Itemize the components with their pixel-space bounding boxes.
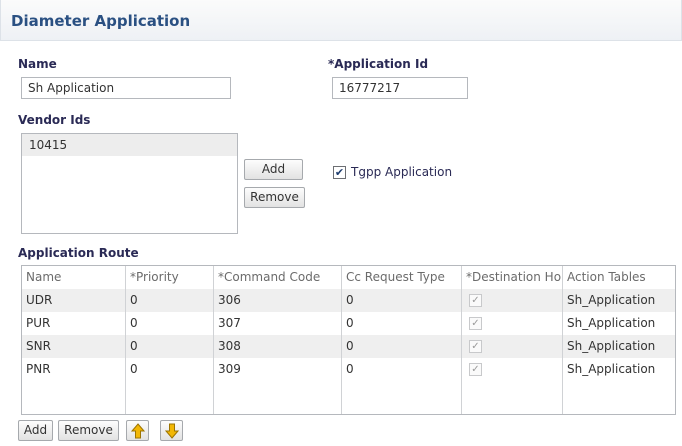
cell-name: PUR [26,316,51,330]
column-divider [341,266,342,414]
cell-cc-request-type: 0 [346,293,354,307]
table-row[interactable]: UDR 0 306 0 ✓ Sh_Application [22,289,675,312]
column-header-destination-host[interactable]: *Destination Ho [462,266,563,289]
cell-action-tables: Sh_Application [567,362,656,376]
cell-priority: 0 [130,339,138,353]
application-route-label: Application Route [18,246,139,260]
cell-action-tables: Sh_Application [567,316,656,330]
column-divider [461,266,462,414]
name-input[interactable]: Sh Application [21,77,231,99]
cell-priority: 0 [130,362,138,376]
route-remove-button[interactable]: Remove [58,420,119,441]
page-title: Diameter Application [11,12,191,30]
column-divider [125,266,126,414]
cell-command-code: 306 [218,293,241,307]
table-header-row: Name *Priority *Command Code Cc Request … [22,266,675,289]
arrow-up-icon [131,423,145,439]
table-row[interactable]: PUR 0 307 0 ✓ Sh_Application [22,312,675,335]
title-bar: Diameter Application [0,0,682,41]
tgpp-application-checkbox[interactable]: ✔ [333,166,346,179]
vendor-ids-label: Vendor Ids [18,113,91,127]
vendor-add-button[interactable]: Add [244,159,303,180]
name-label: Name [18,57,57,71]
destination-host-checkbox[interactable]: ✓ [469,363,482,376]
cell-name: SNR [26,339,51,353]
move-down-button[interactable] [160,420,183,441]
column-divider [562,266,563,414]
destination-host-checkbox[interactable]: ✓ [469,294,482,307]
vendor-remove-button[interactable]: Remove [244,187,305,208]
cell-priority: 0 [130,316,138,330]
cell-cc-request-type: 0 [346,362,354,376]
cell-priority: 0 [130,293,138,307]
column-header-command-code[interactable]: *Command Code [214,266,342,289]
column-header-priority[interactable]: *Priority [126,266,214,289]
destination-host-checkbox[interactable]: ✓ [469,340,482,353]
arrow-down-icon [165,423,179,439]
cell-cc-request-type: 0 [346,316,354,330]
tgpp-application-label: Tgpp Application [351,165,453,179]
destination-host-checkbox[interactable]: ✓ [469,317,482,330]
application-route-table[interactable]: Name *Priority *Command Code Cc Request … [21,265,676,415]
application-id-input[interactable]: 16777217 [332,77,468,99]
route-add-button[interactable]: Add [18,420,53,441]
cell-action-tables: Sh_Application [567,339,656,353]
table-row[interactable]: PNR 0 309 0 ✓ Sh_Application [22,358,675,381]
vendor-ids-list[interactable]: 10415 [21,133,238,234]
column-header-action-tables[interactable]: Action Tables [563,266,675,289]
column-header-cc-request-type[interactable]: Cc Request Type [342,266,462,289]
cell-cc-request-type: 0 [346,339,354,353]
column-header-name[interactable]: Name [22,266,126,289]
vendor-id-item[interactable]: 10415 [22,134,237,156]
cell-action-tables: Sh_Application [567,293,656,307]
table-row[interactable]: SNR 0 308 0 ✓ Sh_Application [22,335,675,358]
cell-name: UDR [26,293,53,307]
column-divider [213,266,214,414]
cell-command-code: 307 [218,316,241,330]
move-up-button[interactable] [126,420,149,441]
application-id-label: *Application Id [328,57,429,71]
cell-command-code: 308 [218,339,241,353]
cell-command-code: 309 [218,362,241,376]
cell-name: PNR [26,362,51,376]
